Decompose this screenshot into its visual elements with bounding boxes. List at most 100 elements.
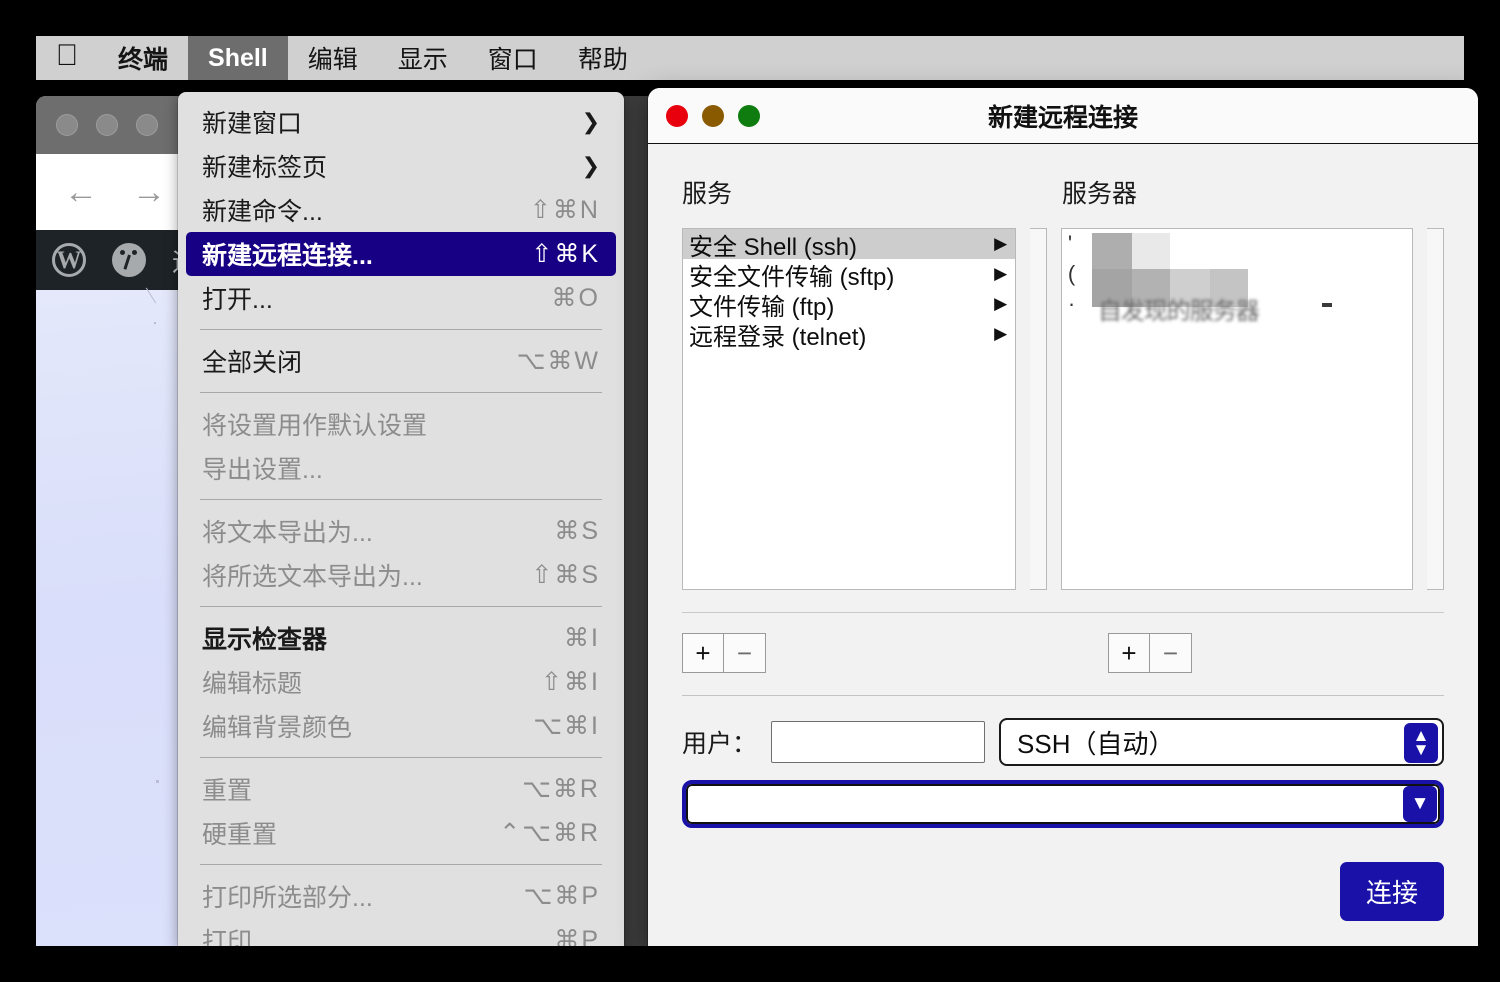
menu-item[interactable]: 新建窗口 ❯ <box>186 100 616 144</box>
menu-item-label: 新建标签页 <box>202 154 328 182</box>
menu-separator <box>200 499 602 500</box>
menu-item-shortcut: ⌘I <box>564 624 600 652</box>
servers-scrollbar[interactable] <box>1427 228 1444 590</box>
menu-item-shortcut: ⇧⌘N <box>529 196 600 224</box>
servers-heading: 服务器 <box>1062 180 1138 208</box>
connect-button[interactable]: 连接 <box>1339 862 1444 921</box>
menu-item: 打印所选部分... ⌥⌘P <box>186 874 616 918</box>
chevron-updown-icon[interactable]: ▲ ▼ <box>1404 723 1438 763</box>
menu-item-shortcut: ⌘O <box>551 284 600 312</box>
menu-item-shortcut: ⌃⌥⌘R <box>499 819 600 847</box>
chevron-right-icon: ❯ <box>581 109 600 134</box>
dialog-title: 新建远程连接 <box>987 103 1138 132</box>
chevron-down-icon[interactable]: ▼ <box>1403 786 1437 822</box>
menu-item[interactable]: 新建远程连接... ⇧⌘K <box>186 232 616 276</box>
menu-item[interactable]: 全部关闭 ⌥⌘W <box>186 339 616 383</box>
add-service-button[interactable]: + <box>682 633 724 673</box>
servers-list[interactable]: 自发现的服务器 ' ( · <box>1060 228 1414 590</box>
triangle-right-icon[interactable]: ▶ <box>994 324 1007 344</box>
menu-item[interactable]: 新建命令... ⇧⌘N <box>186 188 616 232</box>
menu-item-shortcut: ⌥⌘R <box>522 775 600 803</box>
menu-item-label: 导出设置... <box>202 456 323 484</box>
menu-item: 将文本导出为... ⌘S <box>186 509 616 553</box>
service-list-item[interactable]: 安全 Shell (ssh) ▶ <box>683 229 1016 261</box>
services-scrollbar[interactable] <box>1030 228 1047 590</box>
menubar-item-view[interactable]: 显示 <box>378 36 468 80</box>
back-icon[interactable]: ← <box>64 175 98 209</box>
menu-item-label: 打开... <box>202 286 273 314</box>
ssh-mode-select[interactable]: SSH（自动） ▲ ▼ <box>999 718 1444 766</box>
command-input[interactable] <box>686 786 1440 822</box>
service-list-item[interactable]: 安全文件传输 (sftp) ▶ <box>683 259 1015 291</box>
menu-separator <box>200 864 602 865</box>
menu-item-label: 编辑标题 <box>202 670 303 698</box>
menu-item-label: 将文本导出为... <box>202 519 373 547</box>
menu-item-label: 新建命令... <box>202 198 323 226</box>
menu-item-label: 打印所选部分... <box>202 884 373 912</box>
ssh-mode-value: SSH（自动） <box>1017 728 1175 759</box>
background-zoom-button[interactable] <box>136 114 158 136</box>
controls-divider <box>682 695 1444 696</box>
menu-item: 导出设置... <box>186 446 616 490</box>
shell-dropdown-menu: 新建窗口 ❯ 新建标签页 ❯ 新建命令... ⇧⌘N 新建远程连接... ⇧⌘K 打开... ⌘O… <box>178 92 624 946</box>
background-minimize-button[interactable] <box>96 114 118 136</box>
menu-item: 重置 ⌥⌘R <box>186 767 616 811</box>
menu-item-label: 显示检查器 <box>202 626 328 654</box>
dialog-body: 服务 服务器 安全 Shell (ssh) ▶ 安全文件传输 (sftp) ▶ 文件传输… <box>648 144 1478 946</box>
menu-item-shortcut: ⇧⌘S <box>531 561 600 589</box>
service-list-item[interactable]: 文件传输 (ftp) ▶ <box>683 289 1015 321</box>
menu-item-label: 打印 <box>202 928 253 946</box>
menu-item: 编辑背景颜色 ⌥⌘I <box>186 704 616 748</box>
menu-item-shortcut: ⌥⌘W <box>516 347 600 375</box>
menu-separator <box>200 329 602 330</box>
menu-item-label: 将所选文本导出为... <box>202 563 423 591</box>
menu-separator <box>200 757 602 758</box>
menu-item: 编辑标题 ⇧⌘I <box>186 660 616 704</box>
menu-item: 将所选文本导出为... ⇧⌘S <box>186 553 616 597</box>
menu-item[interactable]: 打开... ⌘O <box>186 276 616 320</box>
macos-menu-bar:  终端 Shell 编辑 显示 窗口 帮助 <box>36 36 1464 80</box>
triangle-right-icon[interactable]: ▶ <box>994 294 1007 314</box>
service-list-item[interactable]: 远程登录 (telnet) ▶ <box>683 319 1015 351</box>
add-server-button[interactable]: + <box>1108 633 1150 673</box>
menubar-item-window[interactable]: 窗口 <box>468 36 558 80</box>
servers-stepper: + − <box>1108 633 1192 673</box>
background-close-button[interactable] <box>56 114 78 136</box>
dialog-actions: 连接 <box>682 862 1444 921</box>
services-list[interactable]: 安全 Shell (ssh) ▶ 安全文件传输 (sftp) ▶ 文件传输 (ftp) ▶… <box>682 228 1017 590</box>
server-row[interactable]: ( <box>1062 259 1413 289</box>
menu-item[interactable]: 显示检查器 ⌘I <box>186 616 616 660</box>
menu-separator <box>200 606 602 607</box>
command-combo-box[interactable]: ▼ <box>682 780 1444 828</box>
user-input[interactable] <box>771 721 986 763</box>
dashboard-gauge-icon[interactable] <box>112 243 146 277</box>
menubar-item-help[interactable]: 帮助 <box>558 36 648 80</box>
menu-item-label: 重置 <box>202 777 253 805</box>
service-label: 远程登录 (telnet) <box>689 323 867 351</box>
remove-server-button[interactable]: − <box>1150 633 1192 673</box>
triangle-right-icon[interactable]: ▶ <box>994 234 1007 254</box>
user-label: 用户： <box>682 730 758 758</box>
server-row[interactable]: ' <box>1062 229 1413 259</box>
forward-icon[interactable]: → <box>132 175 166 209</box>
menu-item-label: 全部关闭 <box>202 349 303 377</box>
menu-item-label: 硬重置 <box>202 821 278 849</box>
user-row: 用户： SSH（自动） ▲ ▼ <box>682 718 1444 766</box>
apple-menu-icon[interactable]:  <box>36 36 98 80</box>
menubar-item-terminal[interactable]: 终端 <box>98 36 188 80</box>
menu-item[interactable]: 新建标签页 ❯ <box>186 144 616 188</box>
menu-item-label: 新建窗口 <box>202 110 303 138</box>
wordpress-logo-icon[interactable]: W <box>52 243 86 277</box>
menu-separator <box>200 392 602 393</box>
remove-service-button[interactable]: − <box>724 633 766 673</box>
menu-item-label: 将设置用作默认设置 <box>202 412 428 440</box>
menu-item: 硬重置 ⌃⌥⌘R <box>186 811 616 855</box>
menubar-item-shell[interactable]: Shell <box>188 36 288 80</box>
triangle-right-icon[interactable]: ▶ <box>994 264 1007 284</box>
screen-root: × ← → W 迪哥  终端 Shell 编辑 显示 窗口 帮助 新建窗口❯新… <box>0 0 1500 982</box>
list-panes: 安全 Shell (ssh) ▶ 安全文件传输 (sftp) ▶ 文件传输 (ftp) ▶… <box>682 228 1444 590</box>
menu-item-shortcut: ⇧⌘K <box>531 240 600 268</box>
menubar-item-edit[interactable]: 编辑 <box>288 36 378 80</box>
menu-item-shortcut: ⇧⌘I <box>541 668 600 696</box>
server-row[interactable]: · <box>1062 289 1413 319</box>
